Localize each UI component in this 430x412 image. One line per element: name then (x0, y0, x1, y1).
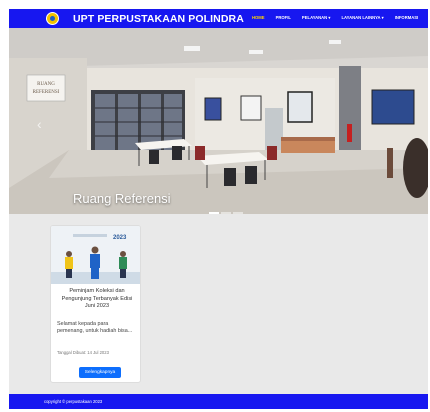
carousel-indicators (209, 212, 243, 214)
nav-pelayanan[interactable]: PELAYANAN ▾ (302, 15, 331, 20)
footer: copyright © perpustakaan 2023 (9, 394, 428, 409)
page: UPT PERPUSTAKAAN POLINDRA HOME PROFIL PE… (9, 9, 428, 409)
nav-profil[interactable]: PROFIL (276, 15, 291, 20)
news-card-title[interactable]: Peminjam Koleksi dan Pengunjung Terbanya… (59, 288, 135, 311)
news-card-date: Tanggal Dibuat: 14 Jul 2023 (57, 350, 109, 355)
nav-layanan-lainnya[interactable]: LAYANAN LAINNYA ▾ (341, 15, 383, 20)
thumb-year: 2023 (113, 235, 127, 241)
nav-menu: HOME PROFIL PELAYANAN ▾ LAYANAN LAINNYA … (252, 15, 428, 20)
carousel-indicator-2[interactable] (221, 212, 231, 214)
nav-informasi[interactable]: INFORMASI (395, 15, 419, 20)
hero-image: RUANG REFERENSI (9, 28, 428, 214)
hero-sign-line2: REFERENSI (33, 90, 60, 95)
nav-home[interactable]: HOME (252, 15, 265, 20)
hero-sign-line1: RUANG (37, 82, 55, 87)
carousel-indicator-3[interactable] (233, 212, 243, 214)
polindra-logo-icon[interactable] (46, 12, 59, 25)
carousel-indicator-1[interactable] (209, 212, 219, 214)
carousel-prev-icon[interactable]: ‹ (37, 116, 42, 132)
site-brand[interactable]: UPT PERPUSTAKAAN POLINDRA (73, 13, 244, 25)
news-card-excerpt: Selamat kepada para pemenang, untuk hadi… (57, 321, 133, 334)
read-more-button[interactable]: Selengkapnya (79, 367, 121, 378)
navbar: UPT PERPUSTAKAAN POLINDRA HOME PROFIL PE… (9, 9, 428, 28)
hero-caption: Ruang Referensi (73, 191, 171, 206)
news-card-thumbnail[interactable]: 2023 (51, 226, 140, 284)
hero-carousel: RUANG REFERENSI ‹ Ruang Referensi (9, 28, 428, 214)
footer-copyright: copyright © perpustakaan 2023 (44, 399, 103, 404)
news-card: 2023 Peminjam Koleksi dan Pengunjung Ter… (50, 225, 141, 383)
